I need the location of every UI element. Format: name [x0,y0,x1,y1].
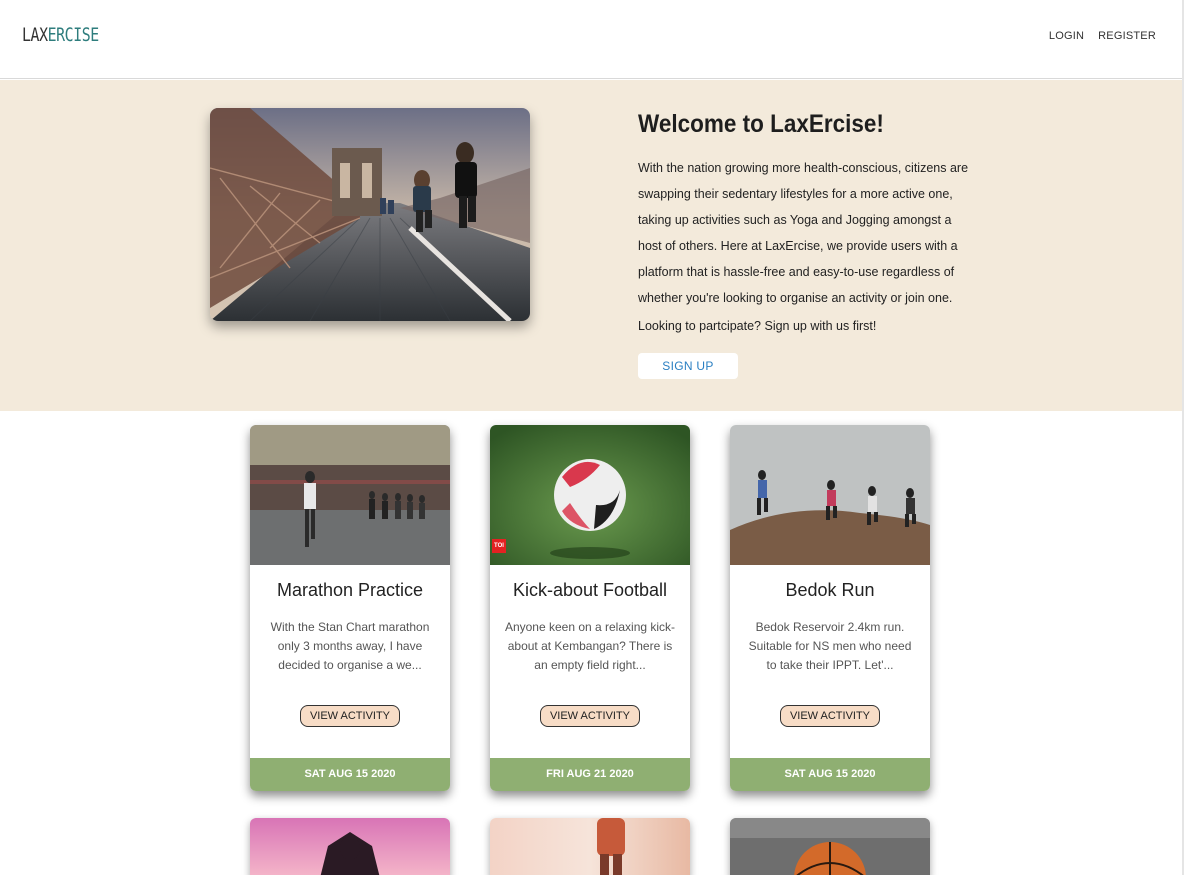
card-image-marathon [250,425,450,565]
signup-button[interactable]: SIGN UP [638,353,738,379]
activity-card: TOI Kick-about Football Anyone keen on a… [490,425,690,791]
card-date: SAT AUG 15 2020 [250,758,450,791]
login-link[interactable]: LOGIN [1049,30,1084,42]
activity-card: Marathon Practice With the Stan Chart ma… [250,425,450,791]
card-date: SAT AUG 15 2020 [730,758,930,791]
navbar: LAXERCISE LOGIN REGISTER [0,0,1182,79]
site-logo[interactable]: LAXERCISE [22,24,99,46]
logo-part-lax: LAX [22,24,48,46]
card-title: Bedok Run [785,580,875,600]
card-image-bedok-run [730,425,930,565]
hero-title: Welcome to LaxErcise! [638,110,884,138]
card-title: Kick-about Football [512,580,668,600]
activity-card-yoga-partial[interactable] [250,818,450,875]
hero-image-bridge-runners [210,108,530,321]
card-description: With the Stan Chart marathon only 3 mont… [270,620,430,672]
register-link[interactable]: REGISTER [1098,30,1156,42]
card-image-football [490,425,690,565]
view-activity-button[interactable]: VIEW ACTIVITY [780,705,880,727]
card-description: Anyone keen on a relaxing kick-about at … [504,620,676,672]
logo-part-ercise: ERCISE [47,24,100,46]
activity-card: Bedok Run Bedok Reservoir 2.4km run. Sui… [730,425,930,791]
hero-section: Welcome to LaxErcise! With the nation gr… [0,80,1182,411]
card-date: FRI AUG 21 2020 [490,758,690,791]
hero-cta-text: Looking to partcipate? Sign up with us f… [638,319,877,333]
hero-paragraph: With the nation growing more health-cons… [638,161,969,305]
toi-badge: TOI [492,539,506,553]
card-description: Bedok Reservoir 2.4km run. Suitable for … [748,620,912,672]
nav-links: LOGIN REGISTER [1049,30,1156,42]
card-title: Marathon Practice [276,580,424,600]
hero-text: Welcome to LaxErcise! With the nation gr… [638,110,978,379]
activity-card-basketball-partial[interactable] [730,818,930,875]
activity-card-run-partial[interactable] [490,818,690,875]
view-activity-button[interactable]: VIEW ACTIVITY [300,705,400,727]
view-activity-button[interactable]: VIEW ACTIVITY [540,705,640,727]
